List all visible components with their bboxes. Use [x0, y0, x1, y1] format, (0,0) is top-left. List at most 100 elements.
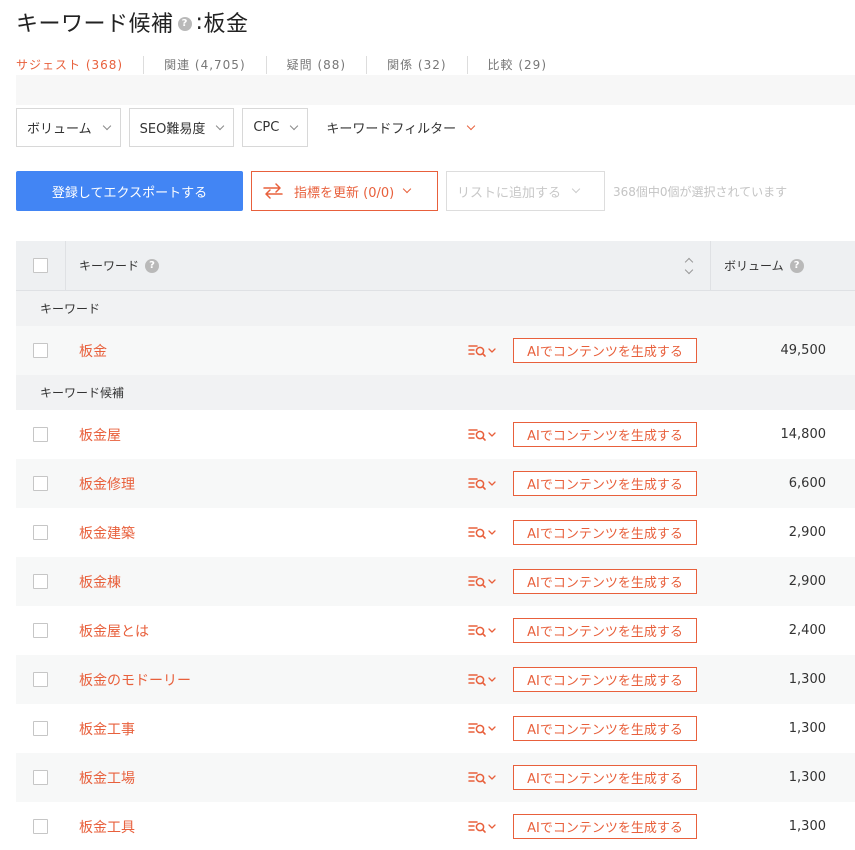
chevron-down-icon	[290, 121, 299, 130]
serp-analysis-icon[interactable]	[468, 342, 498, 360]
add-to-list-button[interactable]: リストに追加する	[446, 171, 605, 211]
chevron-down-icon	[466, 121, 476, 130]
volume-cell: 1,300	[788, 819, 826, 834]
keyword-cell: 板金棟 AIでコンテンツを生成する	[66, 557, 711, 606]
table-row: 板金屋 AIでコンテンツを生成する 14,800	[16, 410, 855, 459]
ai-generate-content-button[interactable]: AIでコンテンツを生成する	[513, 765, 697, 790]
chevron-down-icon	[571, 184, 581, 194]
row-checkbox-cell	[16, 476, 66, 491]
keyword-filter-label: キーワードフィルター	[326, 122, 457, 137]
page-title-prefix: キーワード候補	[16, 12, 174, 37]
row-checkbox-cell	[16, 819, 66, 834]
table-row: 板金工場 AIでコンテンツを生成する 1,300	[16, 753, 855, 802]
table-row: 板金修理 AIでコンテンツを生成する 6,600	[16, 459, 855, 508]
keyword-cell: 板金修理 AIでコンテンツを生成する	[66, 459, 711, 508]
keyword-cell: 板金工場 AIでコンテンツを生成する	[66, 753, 711, 802]
page-title: キーワード候補 ? : 板金	[16, 7, 248, 38]
row-checkbox-cell	[16, 574, 66, 589]
help-icon[interactable]: ?	[177, 16, 192, 31]
help-icon[interactable]: ?	[145, 258, 160, 273]
help-icon[interactable]: ?	[789, 258, 804, 273]
volume-cell: 1,300	[788, 770, 826, 785]
ai-generate-content-button[interactable]: AIでコンテンツを生成する	[513, 338, 697, 363]
keyword-link[interactable]: 板金修理	[79, 474, 135, 494]
row-checkbox-cell	[16, 770, 66, 785]
keyword-column-header[interactable]: キーワード ?	[66, 241, 711, 290]
row-checkbox[interactable]	[33, 574, 48, 589]
table-group-header: キーワード	[16, 291, 855, 326]
keyword-link[interactable]: 板金棟	[79, 572, 121, 592]
seo-difficulty-filter-dropdown[interactable]: SEO難易度	[128, 108, 235, 147]
ai-generate-content-button[interactable]: AIでコンテンツを生成する	[513, 569, 697, 594]
register-export-button[interactable]: 登録してエクスポートする	[16, 171, 243, 211]
chevron-down-icon	[216, 121, 225, 130]
row-checkbox[interactable]	[33, 343, 48, 358]
page-title-separator: :	[195, 9, 204, 35]
keyword-link[interactable]: 板金工場	[79, 768, 135, 788]
volume-filter-label: ボリューム	[27, 122, 92, 137]
serp-analysis-icon[interactable]	[468, 426, 498, 444]
ai-generate-content-button[interactable]: AIでコンテンツを生成する	[513, 618, 697, 643]
keyword-cell: 板金 AIでコンテンツを生成する	[66, 326, 711, 375]
keyword-link[interactable]: 板金屋	[79, 425, 121, 445]
serp-analysis-icon[interactable]	[468, 573, 498, 591]
serp-analysis-icon[interactable]	[468, 671, 498, 689]
row-checkbox-cell	[16, 427, 66, 442]
sort-icon[interactable]	[684, 255, 694, 277]
tab-questions[interactable]: 疑問 (88)	[265, 56, 366, 74]
add-to-list-label: リストに追加する	[457, 185, 562, 201]
keyword-filter-dropdown[interactable]: キーワードフィルター	[316, 108, 485, 147]
row-checkbox[interactable]	[33, 672, 48, 687]
volume-column-header[interactable]: ボリューム ?	[711, 241, 855, 290]
keyword-cell: 板金工具 AIでコンテンツを生成する	[66, 802, 711, 850]
select-all-checkbox[interactable]	[33, 258, 48, 273]
ai-generate-content-button[interactable]: AIでコンテンツを生成する	[513, 716, 697, 741]
refresh-arrows-icon	[263, 183, 283, 199]
keyword-link[interactable]: 板金工事	[79, 719, 135, 739]
row-checkbox[interactable]	[33, 721, 48, 736]
serp-analysis-icon[interactable]	[468, 818, 498, 836]
ai-generate-content-button[interactable]: AIでコンテンツを生成する	[513, 814, 697, 839]
serp-analysis-icon[interactable]	[468, 622, 498, 640]
table-row: 板金建築 AIでコンテンツを生成する 2,900	[16, 508, 855, 557]
keyword-cell: 板金のモドーリー AIでコンテンツを生成する	[66, 655, 711, 704]
filter-bar: ボリューム SEO難易度 CPC キーワードフィルター	[16, 108, 492, 147]
row-checkbox-cell	[16, 525, 66, 540]
ai-generate-content-button[interactable]: AIでコンテンツを生成する	[513, 422, 697, 447]
table-row: 板金工具 AIでコンテンツを生成する 1,300	[16, 802, 855, 850]
ai-generate-content-button[interactable]: AIでコンテンツを生成する	[513, 667, 697, 692]
tab-suggest[interactable]: サジェスト (368)	[16, 56, 143, 74]
keyword-cell: 板金屋 AIでコンテンツを生成する	[66, 410, 711, 459]
row-checkbox[interactable]	[33, 770, 48, 785]
serp-analysis-icon[interactable]	[468, 769, 498, 787]
serp-analysis-icon[interactable]	[468, 720, 498, 738]
tabs-underlay-strip	[16, 75, 855, 105]
row-checkbox-cell	[16, 623, 66, 638]
keyword-link[interactable]: 板金のモドーリー	[79, 670, 191, 690]
serp-analysis-icon[interactable]	[468, 475, 498, 493]
tab-prepositions[interactable]: 関係 (32)	[366, 56, 466, 74]
ai-generate-content-button[interactable]: AIでコンテンツを生成する	[513, 471, 697, 496]
row-checkbox[interactable]	[33, 819, 48, 834]
keyword-link[interactable]: 板金工具	[79, 817, 135, 837]
tab-comparisons[interactable]: 比較 (29)	[466, 56, 567, 74]
cpc-filter-dropdown[interactable]: CPC	[242, 108, 309, 147]
update-metrics-button[interactable]: 指標を更新 (0/0)	[251, 171, 438, 211]
row-checkbox[interactable]	[33, 525, 48, 540]
row-checkbox[interactable]	[33, 427, 48, 442]
ai-generate-content-button[interactable]: AIでコンテンツを生成する	[513, 520, 697, 545]
keyword-link[interactable]: 板金屋とは	[79, 621, 149, 641]
keyword-link[interactable]: 板金建築	[79, 523, 135, 543]
update-metrics-label: 指標を更新 (0/0)	[294, 185, 395, 201]
keyword-link[interactable]: 板金	[79, 341, 107, 361]
tab-related[interactable]: 関連 (4,705)	[143, 56, 266, 74]
row-checkbox-cell	[16, 343, 66, 358]
row-checkbox[interactable]	[33, 476, 48, 491]
table-group-header: キーワード候補	[16, 375, 855, 410]
table-row: 板金棟 AIでコンテンツを生成する 2,900	[16, 557, 855, 606]
serp-analysis-icon[interactable]	[468, 524, 498, 542]
volume-filter-dropdown[interactable]: ボリューム	[16, 108, 121, 147]
cpc-filter-label: CPC	[253, 120, 280, 135]
row-checkbox[interactable]	[33, 623, 48, 638]
table-row: 板金屋とは AIでコンテンツを生成する 2,400	[16, 606, 855, 655]
